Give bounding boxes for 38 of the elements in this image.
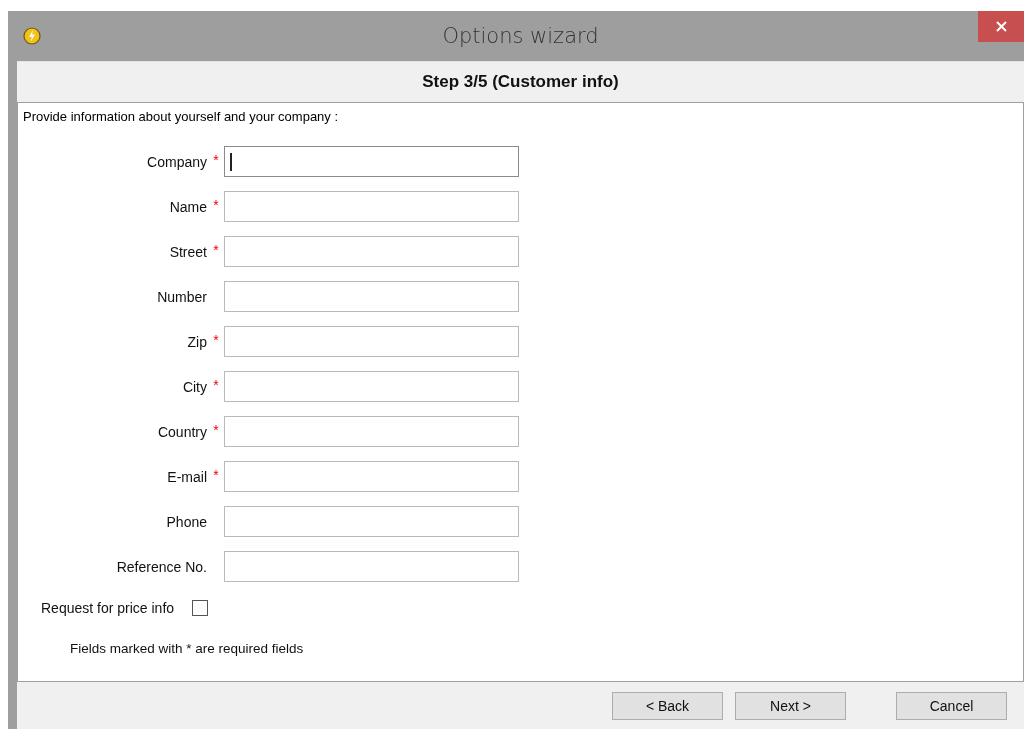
wizard-button[interactable]: < Back (612, 691, 723, 720)
input-field[interactable] (224, 191, 519, 222)
input-field[interactable] (224, 326, 519, 357)
field-label: Zip (187, 333, 207, 350)
input-field[interactable] (224, 506, 519, 537)
input-field[interactable] (224, 371, 519, 402)
input-field[interactable] (224, 551, 519, 582)
required-mark: * (212, 241, 220, 258)
field-label: Street (169, 243, 207, 260)
window-title: Options wizard (442, 24, 600, 48)
required-mark: * (212, 421, 220, 438)
required-mark: * (212, 151, 220, 168)
field-label: E-mail (167, 468, 207, 485)
wizard-button[interactable]: Cancel (896, 691, 1007, 720)
close-button[interactable] (978, 11, 1024, 42)
field-label: Name (169, 198, 207, 215)
required-mark: * (212, 331, 220, 348)
input-field[interactable] (224, 416, 519, 447)
close-icon (995, 21, 1007, 32)
input-field[interactable] (224, 146, 519, 177)
input-field[interactable] (224, 236, 519, 267)
lightning-icon (23, 27, 41, 45)
input-field[interactable] (224, 281, 519, 312)
wizard-button[interactable]: Next > (735, 691, 846, 720)
required-mark: * (212, 196, 220, 213)
required-mark: * (212, 376, 220, 393)
field-label: Number (157, 288, 207, 305)
intro-text: Provide information about yourself and your company : (23, 109, 340, 124)
footnote: Fields marked with * are required fields (70, 641, 305, 656)
checkbox[interactable] (192, 599, 209, 616)
field-label: Country (157, 423, 207, 440)
field-label: City (182, 378, 207, 395)
field-label: Reference No. (116, 558, 207, 575)
checkbox-label: Request for price info (41, 599, 175, 616)
field-label: Phone (166, 513, 207, 530)
input-field[interactable] (224, 461, 519, 492)
required-mark: * (212, 466, 220, 483)
field-label: Company (147, 153, 207, 170)
